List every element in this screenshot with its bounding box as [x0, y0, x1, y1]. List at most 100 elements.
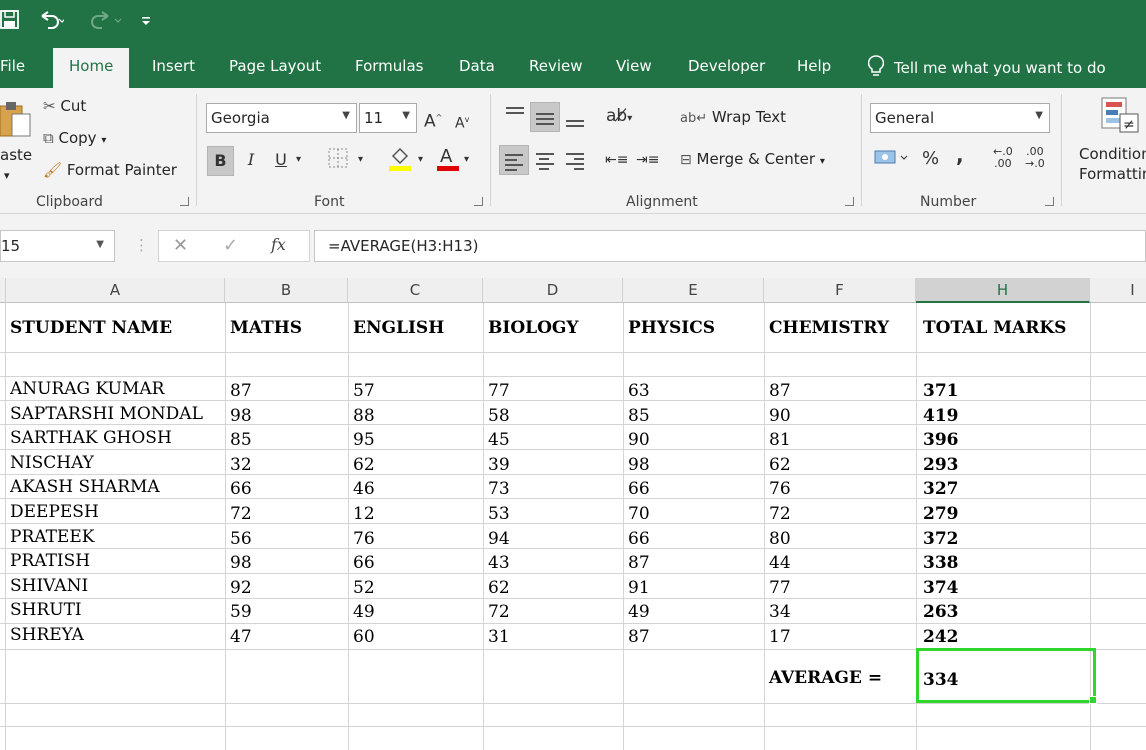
column-header-b[interactable]: B	[225, 278, 348, 303]
increase-decimal-icon[interactable]: ←.0.00	[993, 146, 1013, 170]
total-marks-cell[interactable]: 372	[923, 528, 959, 550]
alignment-launcher-icon[interactable]	[845, 197, 854, 206]
marks-cell[interactable]: 56	[230, 528, 252, 550]
marks-cell[interactable]: 60	[353, 626, 375, 648]
decrease-decimal-icon[interactable]: .00 →.0	[1025, 146, 1045, 170]
total-marks-cell[interactable]: 374	[923, 577, 959, 599]
borders-dropdown-icon[interactable]: ▾	[358, 148, 363, 172]
marks-cell[interactable]: 44	[769, 552, 791, 574]
marks-cell[interactable]: 46	[353, 478, 375, 500]
fill-color-dropdown-icon[interactable]: ▾	[418, 148, 423, 172]
marks-cell[interactable]: 88	[353, 405, 375, 427]
marks-cell[interactable]: 76	[769, 478, 791, 500]
number-launcher-icon[interactable]	[1045, 197, 1054, 206]
student-name-cell[interactable]: PRATISH	[10, 550, 90, 572]
copy-button[interactable]: ⧉ Copy ▾	[43, 128, 106, 151]
marks-cell[interactable]: 87	[628, 552, 650, 574]
number-format-select[interactable]: General ▼	[870, 103, 1050, 133]
percent-button[interactable]: %	[922, 147, 939, 171]
marks-cell[interactable]: 32	[230, 454, 252, 476]
align-center-icon[interactable]	[534, 150, 556, 172]
marks-cell[interactable]: 77	[488, 380, 510, 402]
marks-cell[interactable]: 12	[353, 503, 375, 525]
total-marks-cell[interactable]: 263	[923, 601, 959, 623]
paste-button[interactable]: aste	[0, 145, 32, 165]
tell-me-search[interactable]: Tell me what you want to do	[867, 55, 1106, 79]
tab-page-layout[interactable]: Page Layout	[229, 55, 321, 77]
increase-font-icon[interactable]: A^	[424, 106, 442, 134]
marks-cell[interactable]: 98	[230, 552, 252, 574]
marks-cell[interactable]: 92	[230, 577, 252, 599]
conditional-formatting-button[interactable]: Condition Formattin	[1079, 144, 1146, 184]
marks-cell[interactable]: 66	[353, 552, 375, 574]
total-marks-cell[interactable]: 327	[923, 478, 959, 500]
marks-cell[interactable]: 90	[628, 429, 650, 451]
marks-cell[interactable]: 85	[628, 405, 650, 427]
marks-cell[interactable]: 17	[769, 626, 791, 648]
student-name-cell[interactable]: SHRUTI	[10, 599, 82, 621]
marks-cell[interactable]: 47	[230, 626, 252, 648]
tab-developer[interactable]: Developer	[688, 55, 765, 77]
marks-cell[interactable]: 91	[628, 577, 650, 599]
fill-color-icon[interactable]	[388, 144, 412, 179]
header-cell[interactable]: TOTAL MARKS	[923, 317, 1066, 339]
marks-cell[interactable]: 62	[769, 454, 791, 476]
student-name-cell[interactable]: PRATEEK	[10, 526, 94, 548]
borders-icon[interactable]	[327, 147, 349, 176]
name-box[interactable]: 15 ▼	[0, 230, 115, 262]
total-marks-cell[interactable]: 242	[923, 626, 959, 648]
header-cell[interactable]: STUDENT NAME	[10, 317, 172, 339]
column-header-a[interactable]: A	[6, 278, 225, 303]
marks-cell[interactable]: 87	[769, 380, 791, 402]
student-name-cell[interactable]: SARTHAK GHOSH	[10, 427, 172, 449]
marks-cell[interactable]: 81	[769, 429, 791, 451]
font-color-dropdown-icon[interactable]: ▾	[464, 148, 469, 172]
tab-insert[interactable]: Insert	[152, 55, 195, 77]
tab-review[interactable]: Review	[529, 55, 583, 77]
comma-style-button[interactable]: ,	[956, 143, 964, 167]
student-name-cell[interactable]: DEEPESH	[10, 501, 99, 523]
marks-cell[interactable]: 94	[488, 528, 510, 550]
column-header-d[interactable]: D	[483, 278, 623, 303]
marks-cell[interactable]: 52	[353, 577, 375, 599]
header-cell[interactable]: ENGLISH	[353, 317, 444, 339]
column-header-f[interactable]: F	[764, 278, 916, 303]
marks-cell[interactable]: 95	[353, 429, 375, 451]
marks-cell[interactable]: 72	[488, 601, 510, 623]
marks-cell[interactable]: 53	[488, 503, 510, 525]
tab-data[interactable]: Data	[459, 55, 495, 77]
marks-cell[interactable]: 49	[353, 601, 375, 623]
redo-icon[interactable]	[88, 10, 124, 36]
cancel-icon[interactable]: ✕	[173, 234, 188, 258]
header-cell[interactable]: PHYSICS	[628, 317, 715, 339]
currency-icon[interactable]	[874, 147, 910, 176]
wrap-text-button[interactable]: ab↵ Wrap Text	[680, 107, 786, 129]
tab-view[interactable]: View	[616, 55, 652, 77]
tab-help[interactable]: Help	[797, 55, 831, 77]
marks-cell[interactable]: 43	[488, 552, 510, 574]
italic-button[interactable]: I	[240, 148, 262, 172]
bold-button[interactable]: B	[207, 146, 234, 176]
student-name-cell[interactable]: SHREYA	[10, 624, 84, 646]
marks-cell[interactable]: 72	[769, 503, 791, 525]
header-cell[interactable]: BIOLOGY	[488, 317, 579, 339]
header-cell[interactable]: MATHS	[230, 317, 302, 339]
marks-cell[interactable]: 31	[488, 626, 510, 648]
formula-input[interactable]: =AVERAGE(H3:H13)	[314, 230, 1146, 262]
student-name-cell[interactable]: NISCHAY	[10, 452, 94, 474]
align-right-icon[interactable]	[564, 150, 586, 172]
total-marks-cell[interactable]: 396	[923, 429, 959, 451]
marks-cell[interactable]: 66	[628, 478, 650, 500]
marks-cell[interactable]: 62	[353, 454, 375, 476]
underline-button[interactable]: U	[270, 148, 292, 172]
marks-cell[interactable]: 49	[628, 601, 650, 623]
marks-cell[interactable]: 98	[628, 454, 650, 476]
cut-button[interactable]: ✂ Cut	[43, 96, 86, 116]
font-launcher-icon[interactable]	[474, 197, 483, 206]
column-header-i[interactable]: I	[1090, 278, 1146, 303]
conditional-formatting-icon[interactable]: ≠	[1100, 96, 1140, 139]
enter-icon[interactable]: ✓	[223, 234, 238, 258]
marks-cell[interactable]: 45	[488, 429, 510, 451]
decrease-font-icon[interactable]: Av	[455, 108, 469, 136]
font-size-select[interactable]: 11 ▼	[359, 103, 417, 133]
